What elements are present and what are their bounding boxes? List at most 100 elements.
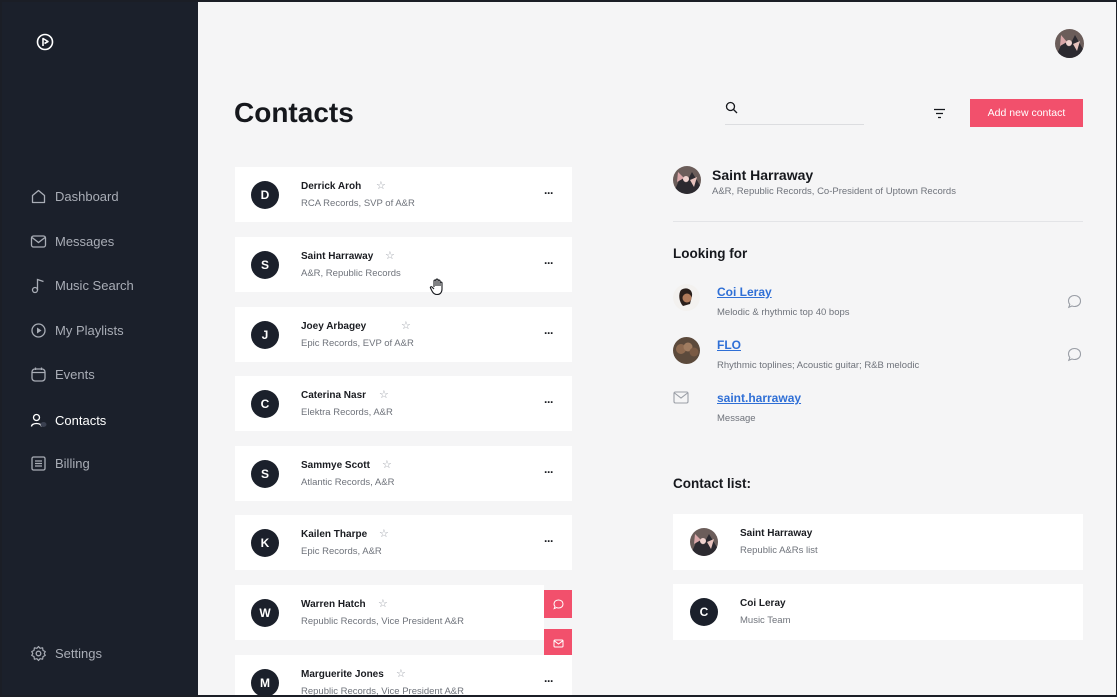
- contact-card[interactable]: S Saint Harraway ☆ A&R, Republic Records…: [235, 237, 572, 292]
- artist-avatar: [673, 284, 700, 311]
- divider: [673, 221, 1083, 222]
- sidebar-item-billing[interactable]: Billing: [30, 453, 90, 473]
- artist-subtitle: Rhythmic toplines; Acoustic guitar; R&B …: [717, 360, 920, 371]
- sidebar-item-label: Events: [55, 366, 95, 382]
- artist-link[interactable]: FLO: [717, 338, 741, 352]
- mail-icon: [30, 234, 47, 248]
- sidebar-item-music-search[interactable]: Music Search: [30, 275, 134, 295]
- contact-list-item[interactable]: Saint Harraway Republic A&Rs list: [673, 514, 1083, 570]
- contact-name: Joey Arbagey: [301, 321, 367, 332]
- more-options-button[interactable]: ···: [544, 465, 554, 479]
- chat-icon[interactable]: [1067, 294, 1082, 309]
- star-icon[interactable]: ☆: [378, 597, 388, 610]
- contact-initial-avatar: W: [251, 599, 279, 627]
- avatar: [690, 528, 718, 556]
- detail-name: Saint Harraway: [712, 167, 814, 183]
- sidebar-item-label: Music Search: [55, 277, 134, 293]
- more-options-button[interactable]: ···: [544, 395, 554, 409]
- gear-icon: [31, 645, 46, 661]
- star-icon[interactable]: ☆: [385, 249, 395, 262]
- logo-icon[interactable]: [36, 33, 54, 51]
- contact-subtitle: Republic Records, Vice President A&R: [301, 616, 464, 627]
- star-icon[interactable]: ☆: [401, 319, 411, 332]
- email-link[interactable]: saint.harraway: [717, 391, 801, 405]
- sidebar-item-messages[interactable]: Messages: [30, 231, 114, 251]
- sidebar-item-label: Messages: [55, 233, 115, 249]
- list-item-name: Saint Harraway: [740, 528, 813, 539]
- chat-icon: [552, 598, 564, 610]
- list-item-name: Coi Leray: [740, 598, 786, 609]
- sidebar-item-settings[interactable]: Settings: [30, 643, 102, 663]
- contact-subtitle: Atlantic Records, A&R: [301, 477, 395, 488]
- contact-subtitle: Republic Records, Vice President A&R: [301, 686, 464, 697]
- sidebar-item-dashboard[interactable]: Dashboard: [30, 186, 119, 206]
- contact-initial-avatar: J: [251, 321, 279, 349]
- contact-initial-avatar: C: [690, 598, 718, 626]
- star-icon[interactable]: ☆: [376, 179, 386, 192]
- detail-avatar: [673, 166, 701, 194]
- looking-for-title: Looking for: [673, 246, 748, 261]
- chat-icon[interactable]: [1067, 347, 1082, 362]
- list-item-subtitle: Republic A&Rs list: [740, 545, 818, 556]
- sidebar-item-label: Settings: [55, 645, 102, 661]
- star-icon[interactable]: ☆: [379, 388, 389, 401]
- more-options-button[interactable]: ···: [544, 674, 554, 688]
- contact-card[interactable]: K Kailen Tharpe ☆ Epic Records, A&R ···: [235, 515, 572, 570]
- chat-button[interactable]: [544, 590, 572, 618]
- contact-list-title: Contact list:: [673, 476, 752, 491]
- sidebar-item-contacts[interactable]: Contacts: [30, 410, 106, 430]
- contact-subtitle: Epic Records, A&R: [301, 546, 382, 557]
- contact-subtitle: RCA Records, SVP of A&R: [301, 198, 415, 209]
- list-item-subtitle: Music Team: [740, 615, 791, 626]
- mail-icon: [673, 391, 689, 404]
- contact-list-item[interactable]: C Coi Leray Music Team: [673, 584, 1083, 640]
- star-icon[interactable]: ☆: [396, 667, 406, 680]
- contact-subtitle: Elektra Records, A&R: [301, 407, 393, 418]
- contact-card[interactable]: S Sammye Scott ☆ Atlantic Records, A&R ·…: [235, 446, 572, 501]
- contact-name: Sammye Scott: [301, 460, 370, 471]
- contact-name: Marguerite Jones: [301, 669, 384, 680]
- contact-card[interactable]: C Caterina Nasr ☆ Elektra Records, A&R ·…: [235, 376, 572, 431]
- filter-icon[interactable]: [933, 108, 946, 119]
- contact-card[interactable]: D Derrick Aroh ☆ RCA Records, SVP of A&R…: [235, 167, 572, 222]
- search-field[interactable]: [725, 97, 864, 125]
- hand-cursor-icon: [429, 278, 443, 296]
- search-icon: [725, 101, 738, 114]
- contact-card[interactable]: W Warren Hatch ☆ Republic Records, Vice …: [235, 585, 544, 640]
- add-new-contact-button[interactable]: Add new contact: [970, 99, 1083, 127]
- contact-subtitle: Epic Records, EVP of A&R: [301, 338, 414, 349]
- sidebar-item-label: Dashboard: [55, 188, 119, 204]
- contact-initial-avatar: S: [251, 460, 279, 488]
- contact-initial-avatar: M: [251, 669, 279, 697]
- sidebar-item-label: Billing: [55, 455, 90, 471]
- contact-card[interactable]: J Joey Arbagey ☆ Epic Records, EVP of A&…: [235, 307, 572, 362]
- star-icon[interactable]: ☆: [382, 458, 392, 471]
- user-avatar[interactable]: [1055, 29, 1084, 58]
- email-button[interactable]: [544, 629, 572, 657]
- artist-subtitle: Melodic & rhythmic top 40 bops: [717, 307, 850, 318]
- page-title: Contacts: [234, 97, 354, 128]
- contact-name: Derrick Aroh: [301, 181, 362, 192]
- artist-avatar: [673, 337, 700, 364]
- sidebar-item-my-playlists[interactable]: My Playlists: [30, 320, 124, 340]
- contact-card[interactable]: M Marguerite Jones ☆ Republic Records, V…: [235, 655, 572, 697]
- artist-link[interactable]: Coi Leray: [717, 285, 772, 299]
- sidebar-item-label: My Playlists: [55, 322, 124, 338]
- mail-icon: [553, 639, 563, 647]
- contact-name: Caterina Nasr: [301, 390, 367, 401]
- more-options-button[interactable]: ···: [544, 326, 554, 340]
- calendar-icon: [31, 367, 46, 382]
- music-note-icon: [31, 278, 44, 293]
- sidebar-item-events[interactable]: Events: [30, 364, 95, 384]
- search-input[interactable]: [745, 97, 860, 123]
- email-subtitle: Message: [717, 413, 756, 424]
- more-options-button[interactable]: ···: [544, 256, 554, 270]
- more-options-button[interactable]: ···: [544, 534, 554, 548]
- contact-name: Saint Harraway: [301, 251, 374, 262]
- star-icon[interactable]: ☆: [379, 527, 389, 540]
- contact-name: Kailen Tharpe: [301, 529, 368, 540]
- more-options-button[interactable]: ···: [544, 186, 554, 200]
- contact-initial-avatar: S: [251, 251, 279, 279]
- sidebar-item-label: Contacts: [55, 412, 107, 428]
- contact-name: Warren Hatch: [301, 599, 366, 610]
